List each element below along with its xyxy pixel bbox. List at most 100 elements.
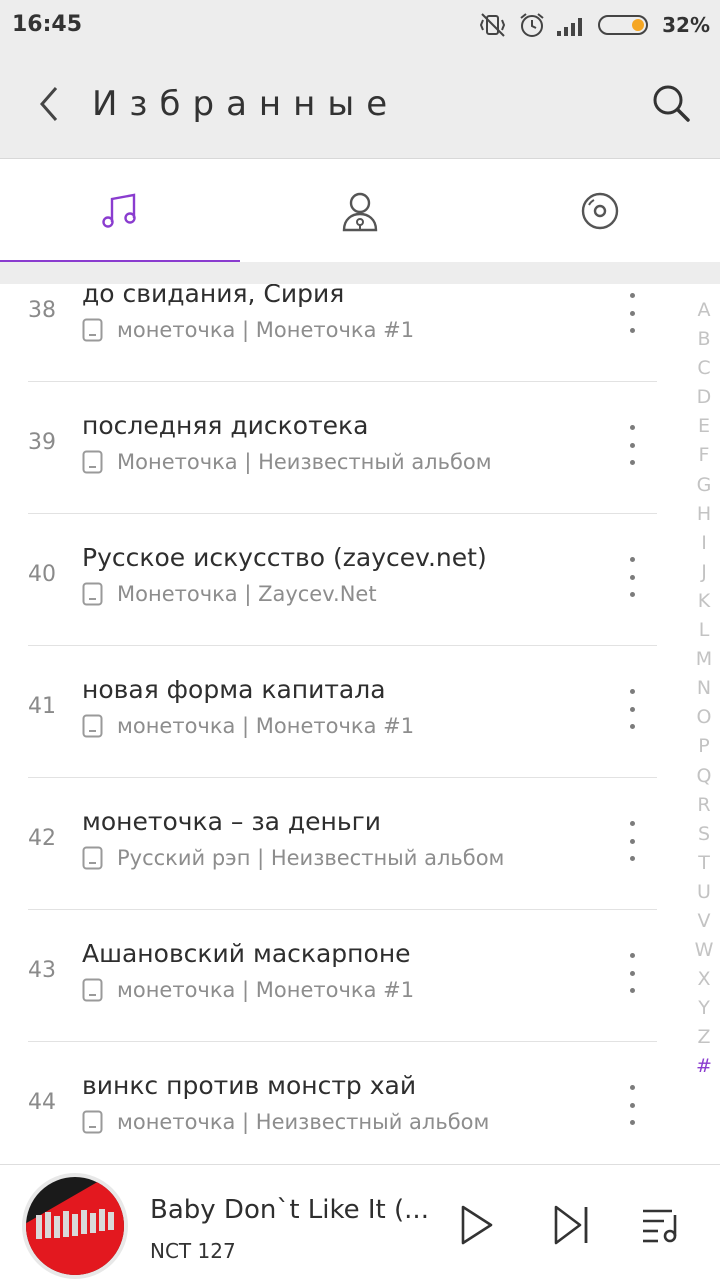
- song-artist-album: монеточка | Монеточка #1: [117, 714, 415, 738]
- track-number: 43: [28, 958, 56, 983]
- song-meta: монеточка | Монеточка #1: [82, 714, 414, 738]
- alphabet-letter[interactable]: S: [688, 820, 720, 849]
- tab-artists[interactable]: [240, 159, 480, 263]
- alphabet-letter[interactable]: D: [688, 383, 720, 412]
- alphabet-letter[interactable]: B: [688, 325, 720, 354]
- song-meta: Монеточка | Zaycev.Net: [82, 582, 377, 606]
- track-number: 44: [28, 1090, 56, 1115]
- app-bar: Избранные: [0, 50, 720, 158]
- local-file-icon: [82, 846, 103, 870]
- alphabet-letter[interactable]: L: [688, 616, 720, 645]
- alphabet-letter[interactable]: O: [688, 703, 720, 732]
- more-options-icon[interactable]: [618, 1085, 646, 1125]
- song-row[interactable]: 40 Русское искусство (zaycev.net) Монеточк…: [0, 514, 670, 646]
- alphabet-letter[interactable]: T: [688, 849, 720, 878]
- alphabet-letter[interactable]: P: [688, 732, 720, 761]
- now-playing-title: Baby Don`t Like It (...: [150, 1195, 429, 1225]
- song-meta: монеточка | Монеточка #1: [82, 978, 414, 1002]
- song-row[interactable]: 39 последняя дискотека Монеточка | Неизвес…: [0, 382, 670, 514]
- song-artist-album: Монеточка | Неизвестный альбом: [117, 450, 492, 474]
- local-file-icon: [82, 978, 103, 1002]
- alphabet-letter[interactable]: H: [688, 500, 720, 529]
- song-row[interactable]: 38 до свидания, Сирия монеточка | Монеточк…: [0, 284, 670, 382]
- song-row[interactable]: 43 Ашановский маскарпоне монеточка | Монет…: [0, 910, 670, 1042]
- battery-percent: 32%: [662, 13, 710, 37]
- alphabet-letter[interactable]: N: [688, 674, 720, 703]
- song-artist-album: монеточка | Монеточка #1: [117, 978, 415, 1002]
- track-number: 39: [28, 430, 56, 455]
- local-file-icon: [82, 1110, 103, 1134]
- more-options-icon[interactable]: [618, 425, 646, 465]
- song-meta: монеточка | Монеточка #1: [82, 318, 414, 342]
- status-icons: 32%: [478, 10, 710, 40]
- local-file-icon: [82, 582, 103, 606]
- music-note-icon: [102, 193, 136, 228]
- play-icon[interactable]: [455, 1201, 499, 1249]
- song-row[interactable]: 41 новая форма капитала монеточка | Монето…: [0, 646, 670, 778]
- page-title: Избранные: [92, 84, 400, 124]
- section-gap: [0, 262, 720, 284]
- vibrate-mute-icon: [480, 13, 506, 37]
- alphabet-index[interactable]: A B C D E F G H I J K L M N O P Q R S T U V W X Y Z #: [688, 296, 720, 1082]
- search-icon[interactable]: [650, 82, 692, 124]
- disc-icon: [581, 192, 619, 230]
- song-row[interactable]: 44 винкс против монстр хай монеточка | Неи…: [0, 1042, 670, 1164]
- song-meta: Монеточка | Неизвестный альбом: [82, 450, 492, 474]
- alarm-icon: [520, 13, 544, 37]
- alphabet-letter[interactable]: X: [688, 965, 720, 994]
- tab-albums[interactable]: [480, 159, 720, 263]
- alphabet-letter[interactable]: E: [688, 412, 720, 441]
- local-file-icon: [82, 450, 103, 474]
- track-number: 42: [28, 826, 56, 851]
- song-title: новая форма капитала: [82, 675, 386, 704]
- album-cover[interactable]: [22, 1173, 128, 1279]
- song-row[interactable]: 42 монеточка – за деньги Русский рэп | Неи…: [0, 778, 670, 910]
- more-options-icon[interactable]: [618, 821, 646, 861]
- song-title: монеточка – за деньги: [82, 807, 382, 836]
- alphabet-letter[interactable]: I: [688, 529, 720, 558]
- song-title: Русское искусство (zaycev.net): [82, 543, 487, 572]
- now-playing-artist: NCT 127: [150, 1239, 236, 1263]
- more-options-icon[interactable]: [618, 953, 646, 993]
- alphabet-letter[interactable]: G: [688, 471, 720, 500]
- song-meta: Русский рэп | Неизвестный альбом: [82, 846, 504, 870]
- local-file-icon: [82, 318, 103, 342]
- alphabet-letter[interactable]: Y: [688, 994, 720, 1023]
- cover-art-image: [36, 1209, 114, 1239]
- alphabet-letter[interactable]: #: [688, 1052, 720, 1081]
- song-title: винкс против монстр хай: [82, 1071, 417, 1100]
- battery-icon: [598, 15, 649, 35]
- tab-songs[interactable]: [0, 159, 240, 263]
- more-options-icon[interactable]: [618, 689, 646, 729]
- track-number: 38: [28, 298, 56, 323]
- alphabet-letter[interactable]: R: [688, 791, 720, 820]
- song-list[interactable]: 38 до свидания, Сирия монеточка | Монеточк…: [0, 284, 720, 1164]
- alphabet-letter[interactable]: J: [688, 558, 720, 587]
- alphabet-letter[interactable]: Q: [688, 762, 720, 791]
- song-artist-album: монеточка | Монеточка #1: [117, 318, 415, 342]
- mini-player[interactable]: Baby Don`t Like It (... NCT 127: [0, 1164, 720, 1280]
- song-title: последняя дискотека: [82, 411, 369, 440]
- alphabet-letter[interactable]: F: [688, 441, 720, 470]
- alphabet-letter[interactable]: W: [688, 936, 720, 965]
- alphabet-letter[interactable]: K: [688, 587, 720, 616]
- more-options-icon[interactable]: [618, 293, 646, 333]
- status-time: 16:45: [12, 12, 83, 37]
- alphabet-letter[interactable]: Z: [688, 1023, 720, 1052]
- alphabet-letter[interactable]: V: [688, 907, 720, 936]
- back-arrow-icon[interactable]: [32, 84, 66, 124]
- signal-icon: [557, 18, 583, 36]
- playlist-queue-icon[interactable]: [640, 1201, 684, 1249]
- more-options-icon[interactable]: [618, 557, 646, 597]
- skip-next-icon[interactable]: [550, 1201, 594, 1249]
- alphabet-letter[interactable]: U: [688, 878, 720, 907]
- alphabet-letter[interactable]: M: [688, 645, 720, 674]
- song-title: Ашановский маскарпоне: [82, 939, 411, 968]
- tab-bar: [0, 158, 720, 263]
- artist-icon: [342, 192, 378, 232]
- song-title: до свидания, Сирия: [82, 284, 345, 308]
- song-artist-album: монеточка | Неизвестный альбом: [117, 1110, 490, 1134]
- alphabet-letter[interactable]: C: [688, 354, 720, 383]
- alphabet-letter[interactable]: A: [688, 296, 720, 325]
- local-file-icon: [82, 714, 103, 738]
